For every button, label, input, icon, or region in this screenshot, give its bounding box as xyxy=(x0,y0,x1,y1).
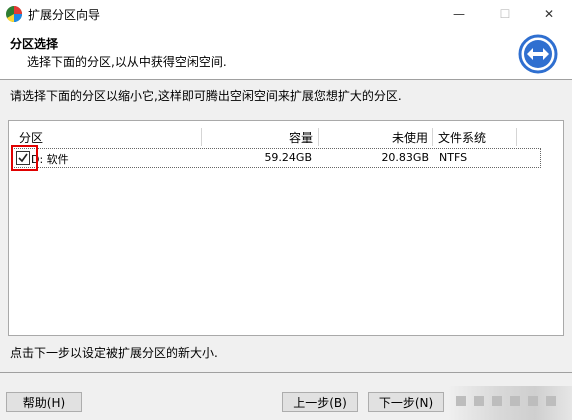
column-header-partition[interactable]: 分区 xyxy=(19,129,43,146)
column-divider xyxy=(432,128,433,146)
column-divider xyxy=(516,128,517,146)
page-title: 分区选择 xyxy=(10,37,59,51)
column-header-capacity[interactable]: 容量 xyxy=(201,129,313,146)
instruction-text: 请选择下面的分区以缩小它,这样即可腾出空闲空间来扩展您想扩大的分区. xyxy=(10,89,402,103)
maximize-button[interactable]: ☐ xyxy=(482,0,528,28)
title-bar: 扩展分区向导 — ☐ ✕ xyxy=(0,0,572,28)
partition-list: 分区 容量 未使用 文件系统 D: 软件 59.24GB 20.83GB NTF… xyxy=(8,120,564,336)
close-icon: ✕ xyxy=(543,7,555,21)
footer-divider xyxy=(0,372,572,373)
watermark-blur xyxy=(448,386,572,420)
checkbox-highlight-box xyxy=(11,145,38,171)
window-title: 扩展分区向导 xyxy=(28,8,101,22)
partition-app-icon xyxy=(6,6,22,23)
close-button[interactable]: ✕ xyxy=(526,0,572,28)
resize-arrows-icon xyxy=(518,34,558,74)
next-button[interactable]: 下一步(N) xyxy=(368,392,444,412)
minimize-button[interactable]: — xyxy=(436,0,482,28)
list-header: 分区 容量 未使用 文件系统 xyxy=(9,126,563,147)
partition-capacity: 59.24GB xyxy=(264,151,312,164)
wizard-header: 分区选择 选择下面的分区,以从中获得空闲空间. xyxy=(0,28,572,80)
column-header-filesystem[interactable]: 文件系统 xyxy=(438,129,486,146)
table-row[interactable]: D: 软件 59.24GB 20.83GB NTFS xyxy=(11,148,541,168)
maximize-icon: ☐ xyxy=(499,7,511,21)
partition-unused: 20.83GB xyxy=(381,151,429,164)
next-step-note: 点击下一步以设定被扩展分区的新大小. xyxy=(10,346,218,360)
minimize-icon: — xyxy=(453,7,465,21)
column-header-unused[interactable]: 未使用 xyxy=(318,129,428,146)
back-button[interactable]: 上一步(B) xyxy=(282,392,358,412)
partition-filesystem: NTFS xyxy=(439,151,468,164)
help-button[interactable]: 帮助(H) xyxy=(6,392,82,412)
page-subtitle: 选择下面的分区,以从中获得空闲空间. xyxy=(27,55,227,69)
